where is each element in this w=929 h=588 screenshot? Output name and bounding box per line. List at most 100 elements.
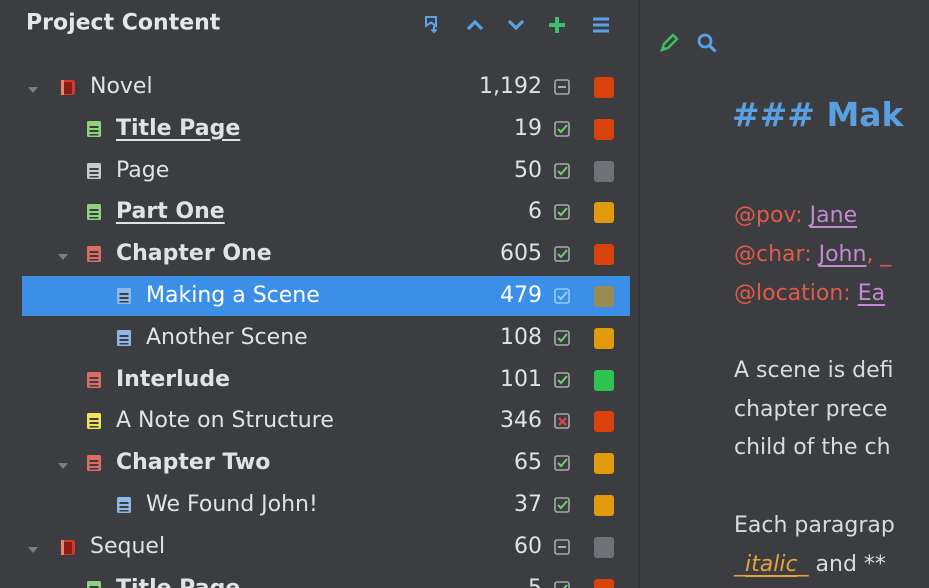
meta-key: @pov xyxy=(734,203,796,228)
label-color-swatch xyxy=(594,244,614,266)
checked-icon xyxy=(554,204,570,221)
italic-text: italic xyxy=(745,552,798,577)
tree-row[interactable]: Title Page 19 xyxy=(22,109,630,149)
markdown-marker: _ xyxy=(797,552,809,577)
tree-row[interactable]: Part One 6 xyxy=(22,192,630,232)
checked-icon xyxy=(554,371,570,388)
tree-row-label: Chapter One xyxy=(116,241,272,267)
tree-row[interactable]: Sequel 60 xyxy=(22,527,630,567)
project-tree-panel: Project Content Novel 1,192 Title Page 19 Pa… xyxy=(0,0,638,588)
document-icon xyxy=(84,370,104,390)
markdown-marker: _ xyxy=(734,552,745,577)
document-editor[interactable]: ### Mak @pov: Jane @char: John, _ @locat… xyxy=(640,0,929,588)
edit-button[interactable] xyxy=(656,30,682,56)
tree-row[interactable]: Chapter Two 65 xyxy=(22,443,630,483)
minus-icon xyxy=(554,538,570,555)
meta-line-char: @char: John, _ xyxy=(734,242,891,267)
tree-row-label: We Found John! xyxy=(146,492,318,517)
chevron-up-icon xyxy=(465,15,485,35)
editor-heading: ### Mak xyxy=(732,95,904,134)
word-count: 65 xyxy=(514,450,542,476)
document-icon xyxy=(84,453,104,473)
search-button[interactable] xyxy=(694,30,720,56)
body-line: A scene is defi xyxy=(734,358,894,383)
bookmark-down-icon xyxy=(422,15,442,35)
label-color-swatch xyxy=(594,578,614,588)
body-text-tail: and ** xyxy=(808,552,886,577)
tree-row-label: A Note on Structure xyxy=(116,408,334,434)
meta-tail: , _ xyxy=(866,242,892,267)
tree-row-label: Title Page xyxy=(116,576,240,588)
meta-separator: : xyxy=(804,242,819,267)
word-count: 479 xyxy=(500,283,542,308)
panel-header: Project Content xyxy=(0,0,630,46)
root-folder-icon xyxy=(58,77,78,97)
tree-row-label: Interlude xyxy=(116,366,231,392)
meta-value-link[interactable]: Ea xyxy=(858,281,885,306)
move-up-button[interactable] xyxy=(462,12,488,38)
word-count: 346 xyxy=(500,408,542,434)
checked-icon xyxy=(554,497,570,513)
tree-row[interactable]: Title Page 5 xyxy=(22,569,630,588)
word-count: 108 xyxy=(500,324,542,350)
label-color-swatch xyxy=(594,536,614,558)
expand-arrow-icon[interactable] xyxy=(26,541,40,553)
expand-arrow-icon[interactable] xyxy=(56,248,70,261)
document-icon xyxy=(84,579,104,588)
document-icon xyxy=(114,328,134,348)
menu-button[interactable] xyxy=(588,12,614,38)
word-count: 605 xyxy=(500,241,542,267)
word-count: 5 xyxy=(528,576,542,588)
label-color-swatch xyxy=(594,77,614,98)
meta-line-pov: @pov: Jane xyxy=(734,203,857,228)
word-count: 1,192 xyxy=(479,74,542,99)
error-icon xyxy=(554,413,570,430)
tree-row[interactable]: Novel 1,192 xyxy=(22,67,630,107)
word-count: 50 xyxy=(514,157,542,183)
tree-row[interactable]: A Note on Structure 346 xyxy=(22,401,630,441)
tree-row-label: Novel xyxy=(90,74,153,99)
meta-separator: : xyxy=(795,203,810,228)
checked-icon xyxy=(554,580,570,588)
tree-row[interactable]: Interlude 101 xyxy=(22,360,630,400)
label-color-swatch xyxy=(594,327,614,349)
expand-arrow-icon[interactable] xyxy=(56,457,70,470)
move-down-button[interactable] xyxy=(503,12,529,38)
meta-key: @char xyxy=(734,242,805,267)
label-color-swatch xyxy=(594,411,614,433)
panel-title: Project Content xyxy=(26,10,221,36)
tree-row-label: Sequel xyxy=(90,533,166,559)
tree-row-label: Another Scene xyxy=(146,324,308,350)
label-color-swatch xyxy=(594,118,614,140)
pencil-icon xyxy=(658,32,680,54)
tree-row[interactable]: Chapter One 605 xyxy=(22,234,630,274)
label-color-swatch xyxy=(594,495,614,516)
checked-icon xyxy=(554,246,570,262)
add-item-button[interactable] xyxy=(544,12,570,38)
expand-arrow-icon[interactable] xyxy=(26,81,40,93)
tree-row-label: Part One xyxy=(116,199,225,225)
checked-icon xyxy=(554,288,570,304)
meta-value-link[interactable]: John xyxy=(819,242,867,267)
document-icon xyxy=(114,495,134,515)
word-count: 101 xyxy=(500,366,542,392)
root-folder-icon xyxy=(58,537,78,557)
meta-value-link[interactable]: Jane xyxy=(810,203,857,228)
hamburger-icon xyxy=(591,15,611,35)
tree-row[interactable]: Another Scene 108 xyxy=(22,318,630,358)
label-color-swatch xyxy=(594,160,614,182)
tree-row[interactable]: We Found John! 37 xyxy=(22,485,630,525)
document-icon xyxy=(84,244,104,264)
meta-separator: : xyxy=(843,281,858,306)
tree-row[interactable]: Making a Scene 479 xyxy=(22,276,630,316)
checked-icon xyxy=(554,329,570,346)
checked-icon xyxy=(554,162,570,179)
tree-row[interactable]: Page 50 xyxy=(22,151,630,191)
word-count: 60 xyxy=(514,533,542,559)
bookmark-down-button[interactable] xyxy=(419,12,445,38)
document-icon xyxy=(84,411,104,431)
meta-key: @location xyxy=(734,281,844,306)
body-line: child of the ch xyxy=(734,435,891,460)
body-line: chapter prece xyxy=(734,397,888,422)
minus-icon xyxy=(554,79,570,95)
